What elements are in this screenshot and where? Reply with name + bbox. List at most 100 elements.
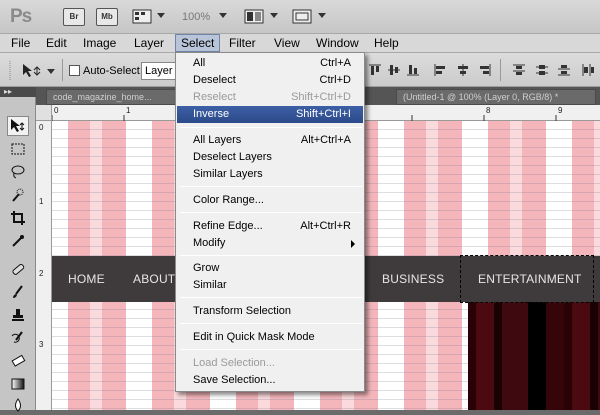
menu-separator xyxy=(180,349,362,350)
align-vcenter-icon[interactable] xyxy=(387,63,401,77)
grip-icon[interactable] xyxy=(8,61,14,81)
move-tool[interactable] xyxy=(7,116,29,136)
nav-home: HOME xyxy=(68,272,105,286)
launch-bridge-button[interactable]: Br xyxy=(63,8,85,26)
distribute-left-icon[interactable] xyxy=(581,63,595,77)
submenu-arrow-icon xyxy=(351,240,355,248)
menu-layer[interactable]: Layer xyxy=(129,35,169,52)
menu-item-inverse[interactable]: Inverse Shift+Ctrl+I xyxy=(177,106,363,123)
ruler-label: 0 xyxy=(54,106,59,115)
brush-tool[interactable] xyxy=(7,282,29,302)
ruler-label: 3 xyxy=(39,340,44,349)
align-left-icon[interactable] xyxy=(433,63,447,77)
menu-select[interactable]: Select xyxy=(175,34,221,52)
align-top-icon[interactable] xyxy=(368,63,382,77)
auto-select-checkbox[interactable] xyxy=(69,65,80,76)
zoom-level[interactable]: 100% xyxy=(182,11,210,23)
crop-icon xyxy=(11,211,25,225)
menu-item-grow[interactable]: Grow xyxy=(177,260,363,277)
item-label: All xyxy=(193,57,206,69)
eyedropper-tool[interactable] xyxy=(7,231,29,251)
view-extras-dropdown-icon[interactable] xyxy=(157,13,165,18)
menu-item-similar[interactable]: Similar xyxy=(177,277,363,294)
item-shortcut: Shift+Ctrl+D xyxy=(291,91,351,103)
distribute-bottom-icon[interactable] xyxy=(557,63,571,77)
item-label: Refine Edge... xyxy=(193,220,263,232)
menu-item-all[interactable]: All Ctrl+A xyxy=(177,55,363,72)
item-label: Similar xyxy=(193,279,227,291)
ruler-label: 1 xyxy=(39,197,44,206)
menu-item-modify[interactable]: Modify xyxy=(177,235,363,252)
move-tool-icon[interactable] xyxy=(20,62,42,78)
menu-item-deselect[interactable]: Deselect Ctrl+D xyxy=(177,72,363,89)
lasso-tool[interactable] xyxy=(7,162,29,182)
eyedropper-icon xyxy=(12,235,24,247)
item-label: Edit in Quick Mask Mode xyxy=(193,331,315,343)
design-image-block xyxy=(468,302,600,410)
menu-item-similar-layers[interactable]: Similar Layers xyxy=(177,166,363,183)
document-tab[interactable]: (Untitled-1 @ 100% (Layer 0, RGB/8) * xyxy=(396,89,596,105)
marquee-tool[interactable] xyxy=(7,139,29,159)
item-label: Load Selection... xyxy=(193,357,275,369)
history-brush-tool[interactable] xyxy=(7,328,29,348)
menu-separator xyxy=(180,255,362,256)
blur-tool[interactable] xyxy=(7,395,29,415)
menu-item-deselect-layers[interactable]: Deselect Layers xyxy=(177,149,363,166)
gradient-tool[interactable] xyxy=(7,374,29,394)
menu-window[interactable]: Window xyxy=(311,35,364,52)
tools-panel-header[interactable]: ▸▸ xyxy=(0,87,36,97)
menu-item-reselect: Reselect Shift+Ctrl+D xyxy=(177,89,363,106)
item-label: All Layers xyxy=(193,134,242,146)
menu-separator xyxy=(180,323,362,324)
healing-brush-tool[interactable] xyxy=(7,259,29,279)
bandage-icon xyxy=(12,263,25,275)
clone-stamp-tool[interactable] xyxy=(7,305,29,325)
auto-select-dropdown[interactable]: Layer xyxy=(141,62,177,80)
item-label: Transform Selection xyxy=(193,305,292,317)
distribute-vcenter-icon[interactable] xyxy=(535,63,549,77)
ruler-label: 0 xyxy=(39,123,44,132)
crop-tool[interactable] xyxy=(7,208,29,228)
launch-mini-bridge-button[interactable]: Mb xyxy=(96,8,118,26)
menu-edit[interactable]: Edit xyxy=(41,35,72,52)
tool-preset-dropdown-icon[interactable] xyxy=(47,69,55,74)
menu-image[interactable]: Image xyxy=(78,35,121,52)
menu-item-refine-edge[interactable]: Refine Edge... Alt+Ctrl+R xyxy=(177,218,363,235)
align-right-icon[interactable] xyxy=(478,63,492,77)
vertical-ruler[interactable]: 0 1 2 3 xyxy=(36,121,52,410)
item-label: Similar Layers xyxy=(193,168,263,180)
align-hcenter-icon[interactable] xyxy=(456,63,470,77)
screen-mode-dropdown-icon[interactable] xyxy=(318,13,326,18)
divider xyxy=(62,59,63,81)
item-label: Reselect xyxy=(193,91,236,103)
menu-filter[interactable]: Filter xyxy=(224,35,261,52)
view-extras-icon[interactable] xyxy=(132,8,154,26)
tools-panel: ▸▸ xyxy=(0,87,36,412)
arrange-documents-icon[interactable] xyxy=(244,8,266,26)
menu-item-transform-selection[interactable]: Transform Selection xyxy=(177,303,363,320)
menu-item-save-selection[interactable]: Save Selection... xyxy=(177,372,363,389)
select-menu-dropdown: All Ctrl+A Deselect Ctrl+D Reselect Shift+C… xyxy=(175,52,365,392)
distribute-top-icon[interactable] xyxy=(512,63,526,77)
eraser-tool[interactable] xyxy=(7,351,29,371)
menu-help[interactable]: Help xyxy=(369,35,404,52)
screen-mode-icon[interactable] xyxy=(292,8,314,26)
menu-item-quick-mask[interactable]: Edit in Quick Mask Mode xyxy=(177,329,363,346)
menu-item-all-layers[interactable]: All Layers Alt+Ctrl+A xyxy=(177,132,363,149)
selection-marquee[interactable] xyxy=(460,255,594,303)
auto-select-label: Auto-Select: xyxy=(83,65,143,77)
menu-file[interactable]: File xyxy=(6,35,35,52)
quick-selection-icon xyxy=(12,188,24,202)
menu-item-color-range[interactable]: Color Range... xyxy=(177,192,363,209)
arrange-dropdown-icon[interactable] xyxy=(270,13,278,18)
zoom-dropdown-icon[interactable] xyxy=(219,13,227,18)
menu-view[interactable]: View xyxy=(269,35,305,52)
divider xyxy=(500,59,501,81)
align-bottom-icon[interactable] xyxy=(406,63,420,77)
ruler-origin[interactable] xyxy=(36,105,52,121)
ruler-label: 2 xyxy=(39,269,44,278)
ruler-label: 1 xyxy=(126,106,131,115)
quick-selection-tool[interactable] xyxy=(7,185,29,205)
menu-bar: File Edit Image Layer Select Filter View… xyxy=(0,34,600,53)
menu-separator xyxy=(180,297,362,298)
